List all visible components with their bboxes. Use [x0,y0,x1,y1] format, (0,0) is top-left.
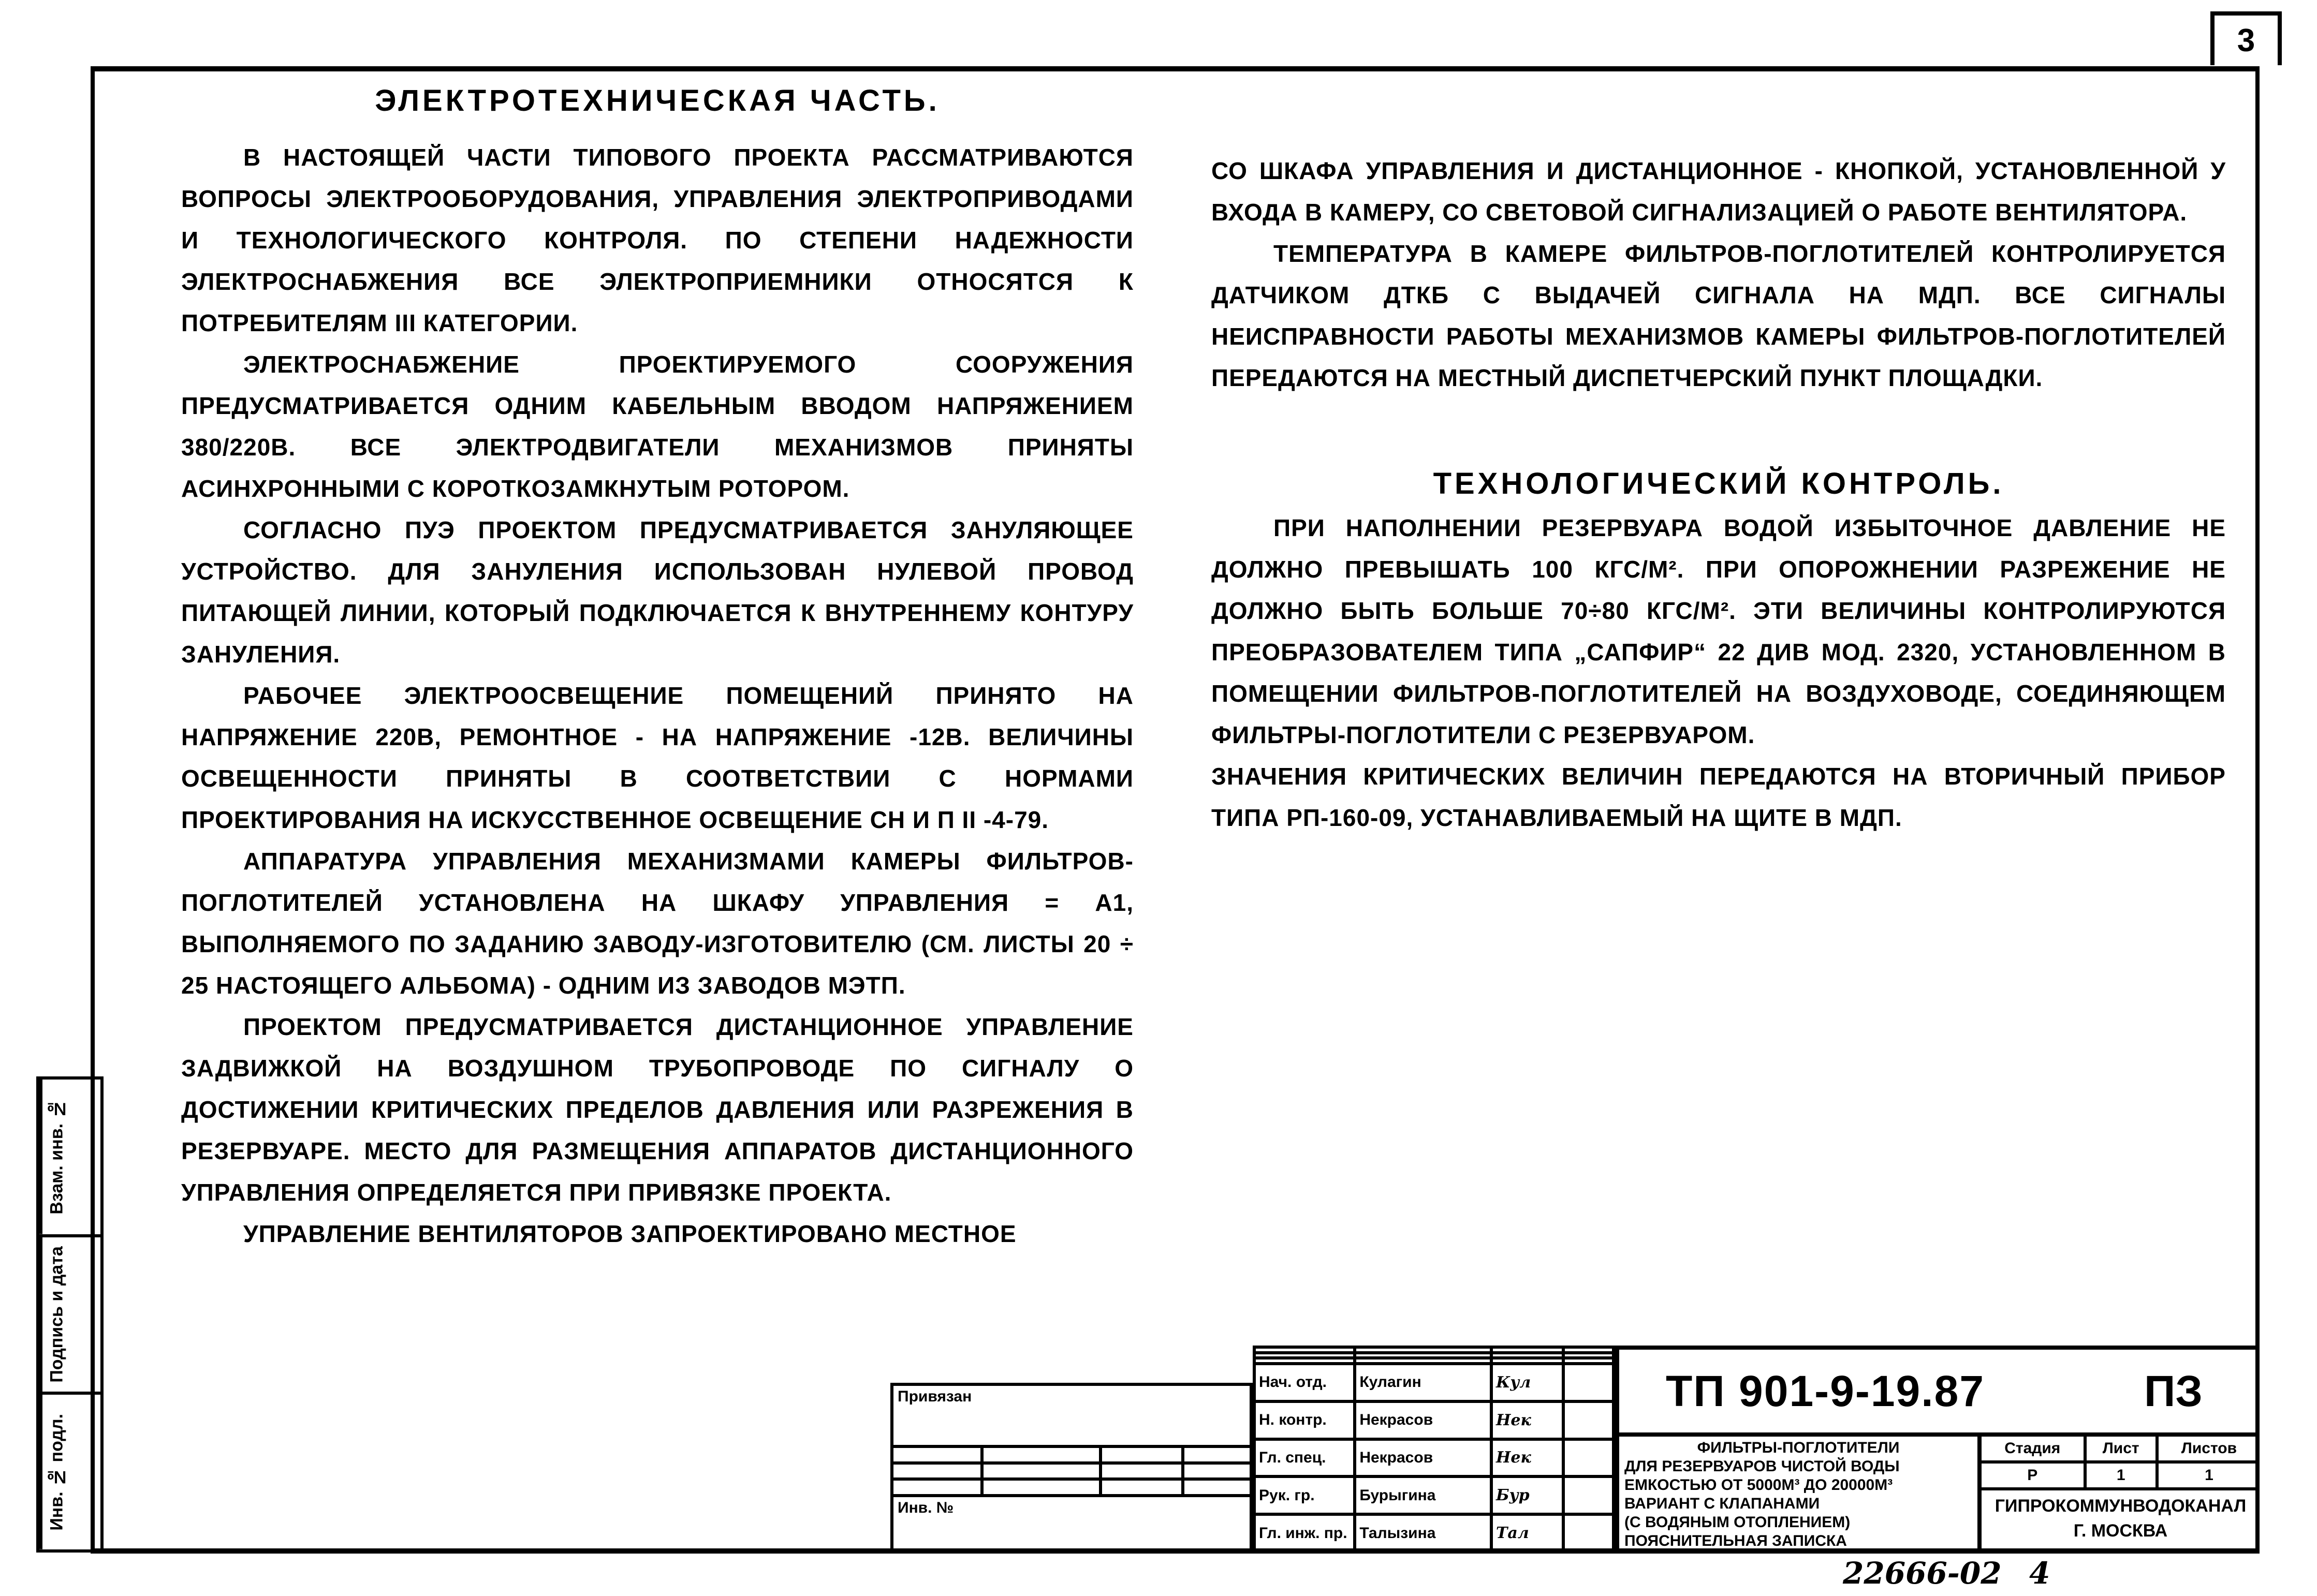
signer-name: Талызина [1353,1513,1493,1554]
page-number: 3 [2210,11,2282,65]
side-stamp-value [71,1395,100,1549]
organization-name: Гипрокоммунводоканал [1995,1496,2247,1516]
signer-row: Гл. спец. Некрасов Нек [1252,1437,1616,1479]
signature: Кул [1490,1362,1565,1403]
signature: Тал [1490,1513,1565,1554]
signature: Бур [1490,1475,1565,1516]
signer-name: Кулагин [1353,1362,1493,1403]
paragraph: Электроснабжение проектируемого сооружен… [181,351,1134,502]
archive-sheet-number: 4 [2029,1556,2050,1591]
signer-name: Некрасов [1353,1399,1493,1441]
signer-name: Бурыгина [1353,1475,1493,1516]
paragraph: Рабочее электроосвещение помещений приня… [181,682,1134,833]
side-stamp: Взам. инв. № Подпись и дата Инв. № подл. [36,1076,104,1553]
document-code: ТП 901-9-19.87 [1666,1366,1985,1415]
electrical-section: Электротехническая часть. В настоящей ча… [181,78,1134,1254]
organization: Гипрокоммунводоканал г. Москва [1982,1494,2260,1543]
signer-role: Гл. инж. пр. [1252,1513,1357,1554]
paragraph: Температура в камере фильтров-поглотител… [1211,240,2226,391]
signer-role: Нач. отд. [1252,1362,1357,1403]
side-stamp-value [71,1237,100,1392]
document-description: Фильтры-поглотители для резервуаров чист… [1615,1437,1977,1554]
description-line: (с водяным отоплением) [1624,1514,1851,1531]
paragraph: Управление вентиляторов запроектировано … [243,1220,1017,1247]
signer-row: Гл. инж. пр. Талызина Тал [1252,1513,1616,1554]
paragraph: Аппаратура управления механизмами камеры… [181,848,1134,999]
sheet-value: 1 [2085,1462,2159,1490]
binding-label: Привязан [890,1383,1253,1448]
description-line: Фильтры-поглотители [1697,1439,1900,1456]
sheets-value: 1 [2157,1462,2260,1490]
stage-block: Стадия Лист Листов Р 1 1 Гипрокоммунводо… [1977,1437,2260,1554]
stage-header: Стадия [1982,1437,2087,1464]
signers-block: Нач. отд. Кулагин Кул Н. контр. Некрасов Нек… [1252,1346,1616,1554]
signer-role: Н. контр. [1252,1399,1357,1441]
document-type: ПЗ [2144,1366,2203,1415]
signature: Нек [1490,1437,1565,1479]
paragraph: Согласно ПУЭ проектом предусматривается … [181,516,1134,668]
archive-number: 22666-02 [1843,1556,2002,1591]
signer-name: Некрасов [1353,1437,1493,1479]
paragraph: Значения критических величин передаются … [1211,763,2226,831]
signer-row: Рук. гр. Бурыгина Бур [1252,1475,1616,1516]
description-line: Пояснительная записка [1624,1532,1847,1549]
organization-city: г. Москва [2073,1521,2168,1541]
inventory-label: Инв. № [890,1494,1253,1554]
side-stamp-cell: Взам. инв. № [39,1080,100,1237]
section-heading-electrical: Электротехническая часть. [375,84,940,117]
side-stamp-cell: Подпись и дата [39,1237,100,1395]
description-line: для резервуаров чистой воды [1624,1458,1900,1475]
signer-role: Гл. спец. [1252,1437,1357,1479]
paragraph: В настоящей части типового проекта рассм… [181,144,1134,336]
description-line: вариант с клапанами [1624,1495,1820,1512]
side-stamp-value [71,1080,100,1234]
paragraph: со шкафа управления и дистанционное - кн… [1211,157,2226,226]
sheets-header: Листов [2157,1437,2260,1464]
sheet-header: Лист [2085,1437,2159,1464]
stage-value: Р [1982,1462,2087,1490]
signer-role: Рук. гр. [1252,1475,1357,1516]
paragraph: Проектом предусматривается дистанционное… [181,1013,1134,1206]
signer-row: Нач. отд. Кулагин Кул [1252,1362,1616,1403]
signature: Нек [1490,1399,1565,1441]
document-code-cell: ТП 901-9-19.87 ПЗ [1615,1346,2260,1437]
side-stamp-label: Подпись и дата [39,1237,71,1392]
description-line: емкостью от 5000м³ до 20000м³ [1624,1476,1893,1494]
side-stamp-label: Инв. № подл. [39,1395,71,1550]
side-stamp-label: Взам. инв. № [39,1080,71,1234]
signer-row: Н. контр. Некрасов Нек [1252,1399,1616,1441]
binding-block: Привязан Инв. № [890,1383,1253,1554]
side-stamp-cell: Инв. № подл. [39,1395,100,1550]
paragraph: При наполнении резервуара водой избыточн… [1211,514,2226,748]
right-column: со шкафа управления и дистанционное - кн… [1211,150,2226,838]
section-heading-tech-control: Технологический контроль. [1433,467,2004,500]
